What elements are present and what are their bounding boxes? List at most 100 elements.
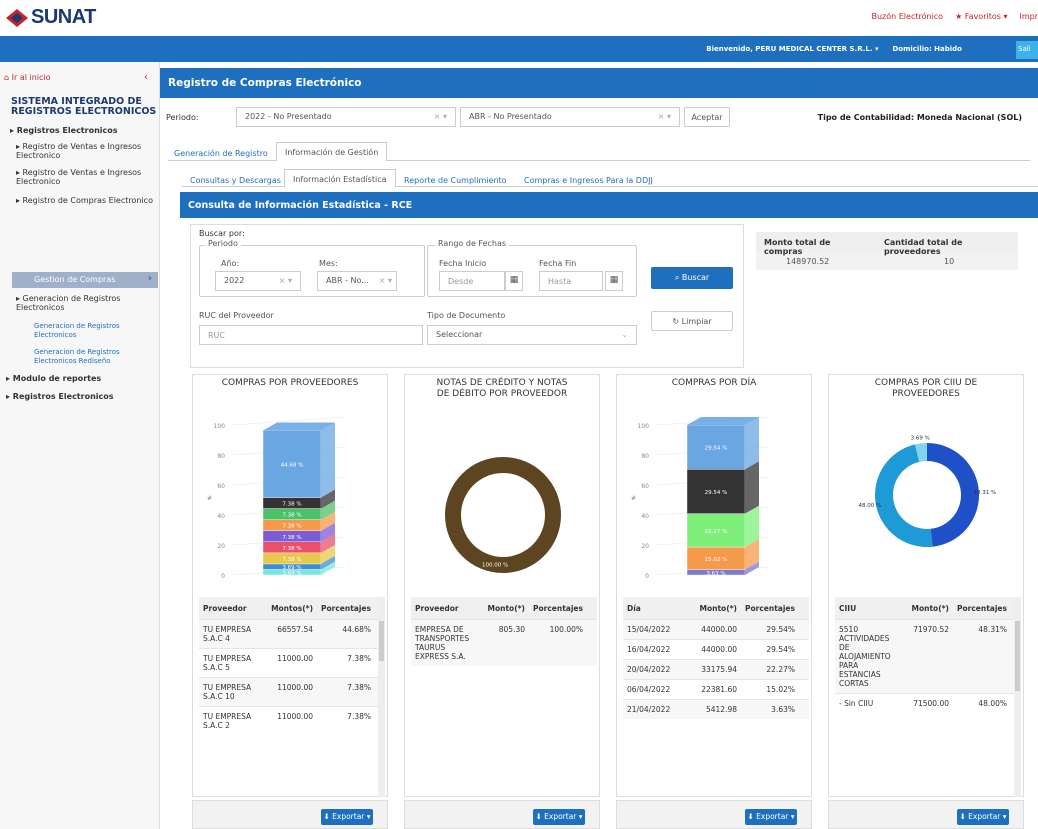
aceptar-button[interactable]: Aceptar xyxy=(684,107,730,127)
data-label: 48.00 % xyxy=(858,503,881,509)
periodo-legend: Periodo xyxy=(205,239,241,248)
col-header[interactable]: Día xyxy=(623,604,681,613)
data-label: 29.54 % xyxy=(705,446,728,452)
summary-monto-value: 148970.52 xyxy=(786,257,830,266)
col-header[interactable]: Porcentajes xyxy=(313,604,375,613)
favoritos-link[interactable]: ★ Favoritos ▾ xyxy=(955,12,1007,21)
donut-chart-notas: 100.00 % xyxy=(445,456,561,574)
cell: 11000.00 xyxy=(277,683,313,692)
table-row: 21/04/2022 5412.98 3.63% xyxy=(623,699,809,719)
table-row: EMPRESA DE TRANSPORTES TAURUS EXPRESS S.… xyxy=(411,619,597,666)
tab-compras-ddjj[interactable]: Compras e Ingresos Para la DDJJ xyxy=(516,171,661,190)
cell: 100.00% xyxy=(549,625,583,634)
clear-chevron-icon[interactable]: × ▾ xyxy=(434,112,447,121)
col-header[interactable]: Proveedor xyxy=(199,604,257,613)
periodo-label: Periodo: xyxy=(166,113,199,122)
tab-informacion-estadistica[interactable]: Información Estadística xyxy=(284,169,396,187)
sidebar-item-rvie-1[interactable]: ▸ Registro de Ventas e Ingresos Electron… xyxy=(16,142,156,160)
vertical-scrollbar[interactable] xyxy=(378,597,385,797)
chevron-down-icon[interactable]: ⌄ xyxy=(621,330,628,339)
cell: TU EMPRESA S.A.C 5 xyxy=(203,654,252,672)
periodo-month-select[interactable]: ABR - No Presentado × ▾ xyxy=(460,107,680,127)
exit-button[interactable]: Sali xyxy=(1016,41,1038,59)
calendar-icon[interactable]: ▦ xyxy=(505,271,523,291)
col-header[interactable]: Montos(*) xyxy=(257,604,313,613)
sidebar-item-gestion-compras[interactable]: Gestion de Compras › xyxy=(12,272,158,288)
panel-title: Consulta de Información Estadística - RC… xyxy=(180,192,1038,218)
sidebar-item-generacion-sub[interactable]: Generacion de Registros Electronicos xyxy=(34,322,154,340)
col-header[interactable]: Porcentajes xyxy=(525,604,587,613)
tab-generacion-registro[interactable]: Generación de Registro xyxy=(166,144,276,163)
sunat-logo[interactable]: SUNAT xyxy=(6,6,96,29)
sidebar-item-registros-2[interactable]: ▸ Registros Electronicos xyxy=(6,392,114,401)
clear-chevron-icon[interactable]: × ▾ xyxy=(279,276,292,285)
periodo-year-select[interactable]: 2022 - No Presentado × ▾ xyxy=(236,107,456,127)
export-button[interactable]: ⬇ Exportar ▾ xyxy=(745,809,797,825)
col-header[interactable]: Porcentajes xyxy=(949,604,1011,613)
fecha-inicio-label: Fecha Inicio xyxy=(439,259,487,268)
tipo-contabilidad: Tipo de Contabilidad: Moneda Nacional (S… xyxy=(817,113,1022,122)
col-header[interactable]: Monto(*) xyxy=(469,604,525,613)
table-row: TU EMPRESA S.A.C 4 66557.54 44.68% xyxy=(199,619,385,648)
table-dia: Día Monto(*) Porcentajes 15/04/2022 44000.0… xyxy=(623,597,809,797)
cell: 22.27% xyxy=(766,665,795,674)
data-label: 22.27 % xyxy=(705,529,728,535)
collapse-sidebar-icon[interactable]: ‹ xyxy=(144,72,148,83)
summary-proveedores-value: 10 xyxy=(944,257,955,266)
tab-consultas-descargas[interactable]: Consultas y Descargas xyxy=(182,171,289,190)
imprimir-link[interactable]: Impr xyxy=(1019,12,1038,21)
sidebar-item-rvie-2[interactable]: ▸ Registro de Ventas e Ingresos Electron… xyxy=(16,168,156,186)
sidebar-item-generacion-rediseno[interactable]: Generacion de Registros Electronicos Red… xyxy=(34,348,154,366)
col-header[interactable]: Monto(*) xyxy=(681,604,737,613)
anio-select[interactable]: 2022 × ▾ xyxy=(215,271,301,291)
cell: - Sin CIIU xyxy=(839,699,874,708)
tipo-documento-value: Seleccionar xyxy=(436,330,483,339)
y-tick-label: 0 xyxy=(221,573,225,580)
col-header[interactable]: Monto(*) xyxy=(893,604,949,613)
vertical-scrollbar[interactable] xyxy=(1014,597,1021,797)
tipo-documento-select[interactable]: Seleccionar ⌄ xyxy=(427,325,637,345)
export-button[interactable]: ⬇ Exportar ▾ xyxy=(533,809,585,825)
home-link-label: Ir al inicio xyxy=(11,73,51,82)
refresh-icon: ↻ xyxy=(672,317,682,326)
col-header[interactable]: CIIU xyxy=(835,604,893,613)
tab-reporte-cumplimiento[interactable]: Reporte de Cumplimiento xyxy=(396,171,515,190)
hasta-input[interactable]: Hasta xyxy=(539,271,603,291)
sidebar-item-registros[interactable]: ▸ Registros Electronicos xyxy=(10,126,118,135)
col-header[interactable]: Proveedor xyxy=(411,604,469,613)
calendar-icon[interactable]: ▦ xyxy=(605,271,623,291)
cell: 44000.00 xyxy=(701,625,737,634)
export-label: Exportar ▾ xyxy=(544,812,583,821)
welcome-user[interactable]: Bienvenido, PERU MEDICAL CENTER S.R.L. ▾ xyxy=(706,45,878,53)
page-title: Registro de Compras Electrónico xyxy=(160,68,1038,98)
cell: 48.00% xyxy=(978,699,1007,708)
col-header[interactable]: Porcentajes xyxy=(737,604,799,613)
y-tick-label: 0 xyxy=(645,573,649,580)
data-label: 48.31 % xyxy=(974,490,997,496)
sunat-logo-icon xyxy=(6,8,28,27)
fecha-fin-label: Fecha Fin xyxy=(539,259,577,268)
clear-chevron-icon[interactable]: × ▾ xyxy=(379,276,392,285)
mes-select[interactable]: ABR - No... × ▾ xyxy=(317,271,397,291)
buscar-por-label: Buscar por: xyxy=(199,229,245,238)
buscar-button[interactable]: ⌕ Buscar xyxy=(651,267,733,289)
ruc-input[interactable]: RUC xyxy=(199,325,423,345)
cell: 71500.00 xyxy=(913,699,949,708)
data-label: 15.02 % xyxy=(705,557,728,563)
buzon-link[interactable]: Buzón Electrónico xyxy=(871,12,943,21)
export-button[interactable]: ⬇ Exportar ▾ xyxy=(321,809,373,825)
cell: 11000.00 xyxy=(277,712,313,721)
tipo-documento-label: Tipo de Documento xyxy=(427,311,506,320)
tab-informacion-gestion[interactable]: Información de Gestión xyxy=(276,142,388,161)
sidebar-item-generacion[interactable]: ▸ Generacion de Registros Electronicos xyxy=(16,294,156,312)
limpiar-button[interactable]: ↻ Limpiar xyxy=(651,311,733,331)
clear-chevron-icon[interactable]: × ▾ xyxy=(658,112,671,121)
chart-card-ciiu: COMPRAS POR CIIU DE PROVEEDORES 48.31 % 4… xyxy=(828,374,1024,797)
export-button[interactable]: ⬇ Exportar ▾ xyxy=(957,809,1009,825)
ruc-label: RUC del Proveedor xyxy=(199,311,274,320)
desde-input[interactable]: Desde xyxy=(439,271,505,291)
sidebar-item-reportes[interactable]: ▸ Modulo de reportes xyxy=(6,374,101,383)
sidebar-item-rce[interactable]: ▸ Registro de Compras Electronico xyxy=(16,196,160,205)
home-link[interactable]: ⌂ Ir al inicio xyxy=(4,73,51,82)
y-tick-label: 40 xyxy=(641,513,649,520)
